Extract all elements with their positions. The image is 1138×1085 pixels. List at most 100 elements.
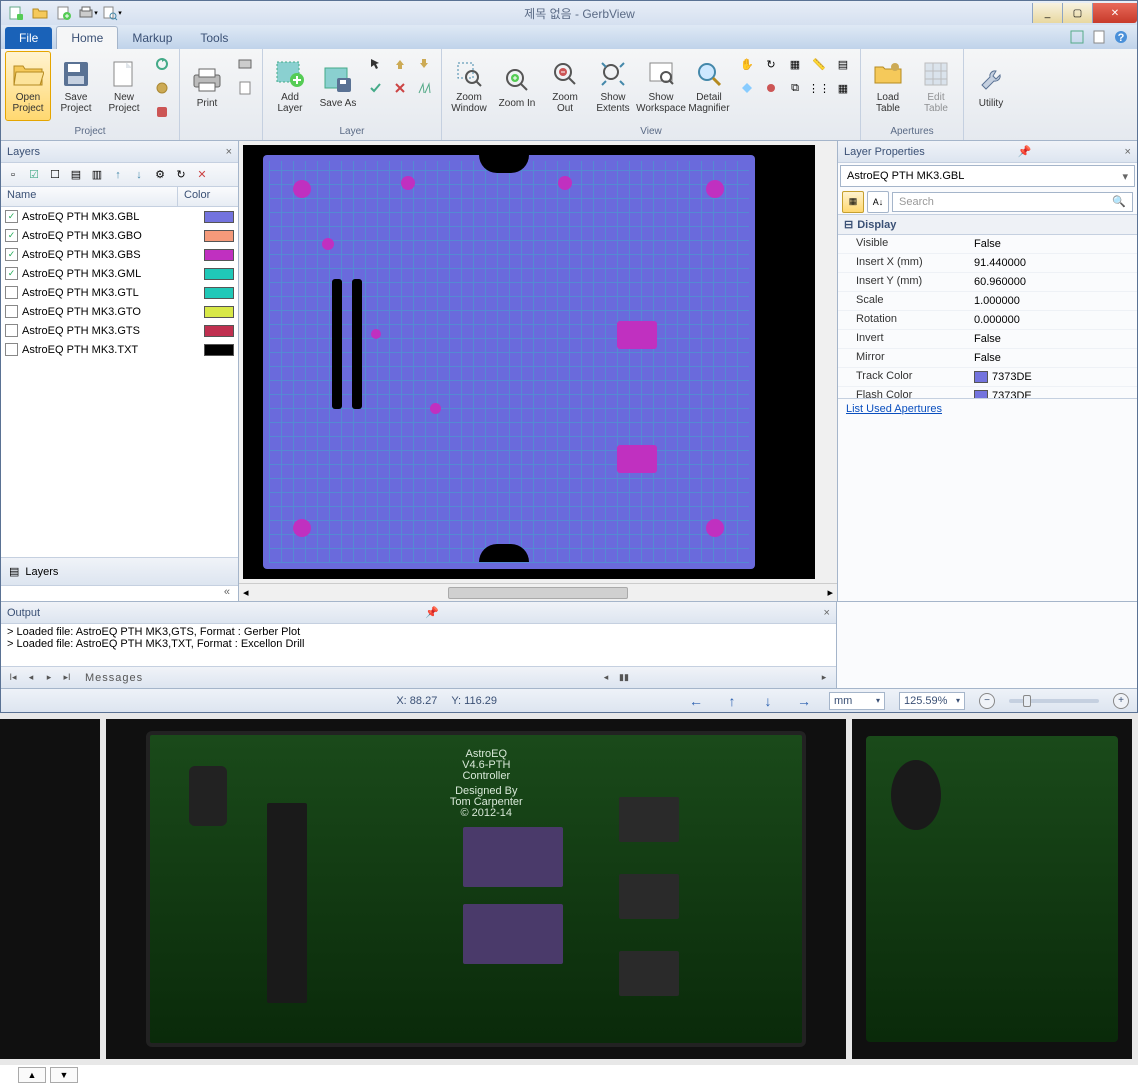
minimize-button[interactable]: _: [1032, 3, 1062, 23]
lt-refresh-icon[interactable]: ↻: [171, 165, 191, 185]
nav-up-icon[interactable]: ↑: [721, 692, 743, 710]
lt-down-icon[interactable]: ↓: [129, 165, 149, 185]
show-workspace-button[interactable]: Show Workspace: [638, 51, 684, 121]
property-value[interactable]: False: [968, 349, 1137, 367]
save-project-button[interactable]: Save Project: [53, 51, 99, 121]
layer-checkbox[interactable]: ✓: [5, 229, 18, 242]
layer-color-swatch[interactable]: [204, 268, 234, 280]
page-setup-icon[interactable]: [234, 77, 256, 99]
property-row[interactable]: Visible False: [838, 235, 1137, 254]
load-table-button[interactable]: Load Table: [865, 51, 911, 121]
lt-up-icon[interactable]: ↑: [108, 165, 128, 185]
file-tab[interactable]: File: [5, 27, 52, 49]
nav-first-icon[interactable]: I◂: [5, 670, 21, 686]
gerber-canvas[interactable]: [243, 145, 815, 579]
layer-color-swatch[interactable]: [204, 287, 234, 299]
collapse-icon[interactable]: «: [1, 585, 238, 601]
messages-tab[interactable]: Messages: [77, 672, 151, 684]
arrow-cursor-icon[interactable]: [365, 53, 387, 75]
property-row[interactable]: Track Color 7373DE: [838, 368, 1137, 387]
horizontal-scrollbar[interactable]: ◂ ▸: [239, 583, 837, 601]
scroll-right-icon[interactable]: ▸: [816, 670, 832, 686]
print-button[interactable]: Print: [184, 51, 230, 121]
zoom-slider[interactable]: [1009, 699, 1099, 703]
qat-preview-icon[interactable]: ▾: [101, 3, 123, 23]
layer-row[interactable]: ✓ AstroEQ PTH MK3.GML: [1, 264, 238, 283]
property-value[interactable]: False: [968, 330, 1137, 348]
property-row[interactable]: Invert False: [838, 330, 1137, 349]
lt-new-icon[interactable]: ▫: [3, 165, 23, 185]
view-matrix-icon[interactable]: ▦: [832, 77, 854, 99]
layer-row[interactable]: ✓ AstroEQ PTH MK3.GBL: [1, 207, 238, 226]
view-layers-icon[interactable]: ▤: [832, 53, 854, 75]
zoom-window-button[interactable]: Zoom Window: [446, 51, 492, 121]
qat-print-icon[interactable]: ▾: [77, 3, 99, 23]
add-layer-button[interactable]: Add Layer: [267, 51, 313, 121]
zoom-in-icon[interactable]: +: [1113, 693, 1129, 709]
property-row[interactable]: Insert Y (mm) 60.960000: [838, 273, 1137, 292]
nav-right-icon[interactable]: →: [793, 692, 815, 710]
section-display[interactable]: ⊟Display: [838, 215, 1137, 235]
layer-row[interactable]: AstroEQ PTH MK3.GTS: [1, 321, 238, 340]
properties-search[interactable]: Search: [892, 192, 1133, 212]
lt-delete-icon[interactable]: ✕: [192, 165, 212, 185]
unit-select[interactable]: mm: [829, 692, 885, 710]
vertical-scrollbar[interactable]: [819, 141, 837, 583]
edit-table-button[interactable]: Edit Table: [913, 51, 959, 121]
save-as-button[interactable]: Save As: [315, 51, 361, 121]
style-icon[interactable]: [1069, 29, 1087, 47]
lt-check-icon[interactable]: ☑: [24, 165, 44, 185]
detail-magnifier-button[interactable]: Detail Magnifier: [686, 51, 732, 121]
view-pan-icon[interactable]: ✋: [736, 53, 758, 75]
layer-row[interactable]: AstroEQ PTH MK3.GTL: [1, 283, 238, 302]
layer-checkbox[interactable]: [5, 286, 18, 299]
project-settings-icon[interactable]: [151, 77, 173, 99]
view-diamond-icon[interactable]: [736, 77, 758, 99]
maximize-button[interactable]: ▢: [1062, 3, 1092, 23]
qat-new-icon[interactable]: [5, 3, 27, 23]
layer-x-icon[interactable]: [389, 77, 411, 99]
utility-button[interactable]: Utility: [968, 51, 1014, 121]
page-up-button[interactable]: ▲: [18, 1067, 46, 1083]
nav-down-icon[interactable]: ↓: [757, 692, 779, 710]
qat-open-icon[interactable]: [29, 3, 51, 23]
layer-checkbox[interactable]: ✓: [5, 210, 18, 223]
output-pin-icon[interactable]: 📌: [425, 606, 439, 619]
nav-next-icon[interactable]: ▸: [41, 670, 57, 686]
properties-close-icon[interactable]: ×: [1125, 146, 1131, 158]
view-grid-icon[interactable]: ▦: [784, 53, 806, 75]
qat-add-icon[interactable]: [53, 3, 75, 23]
layer-color-swatch[interactable]: [204, 230, 234, 242]
layer-row[interactable]: ✓ AstroEQ PTH MK3.GBS: [1, 245, 238, 264]
view-link-icon[interactable]: ⧉: [784, 77, 806, 99]
layer-checkbox[interactable]: [5, 343, 18, 356]
project-refresh-icon[interactable]: [151, 53, 173, 75]
layers-close-icon[interactable]: ×: [226, 146, 232, 158]
close-button[interactable]: ✕: [1092, 3, 1137, 23]
layer-select[interactable]: AstroEQ PTH MK3.GBL: [840, 165, 1135, 187]
layer-color-swatch[interactable]: [204, 211, 234, 223]
lt-settings-icon[interactable]: ⚙: [150, 165, 170, 185]
layer-color-swatch[interactable]: [204, 325, 234, 337]
zoom-in-button[interactable]: Zoom In: [494, 51, 540, 121]
project-delete-icon[interactable]: [151, 101, 173, 123]
property-row[interactable]: Rotation 0.000000: [838, 311, 1137, 330]
property-value[interactable]: False: [968, 235, 1137, 253]
view-ruler-icon[interactable]: 📏: [808, 53, 830, 75]
layer-down-icon[interactable]: [413, 53, 435, 75]
property-value[interactable]: 7373DE: [968, 387, 1137, 398]
output-close-icon[interactable]: ×: [824, 607, 830, 619]
layer-row[interactable]: ✓ AstroEQ PTH MK3.GBO: [1, 226, 238, 245]
property-value[interactable]: 0.000000: [968, 311, 1137, 329]
layer-checkbox[interactable]: [5, 305, 18, 318]
layer-color-swatch[interactable]: [204, 344, 234, 356]
property-value[interactable]: 91.440000: [968, 254, 1137, 272]
property-row[interactable]: Scale 1.000000: [838, 292, 1137, 311]
view-rotate-icon[interactable]: ↻: [760, 53, 782, 75]
layer-check-icon[interactable]: [365, 77, 387, 99]
layer-color-swatch[interactable]: [204, 249, 234, 261]
property-row[interactable]: Flash Color 7373DE: [838, 387, 1137, 398]
sort-cat-icon[interactable]: ▦: [842, 191, 864, 213]
list-apertures-link[interactable]: List Used Apertures: [846, 403, 942, 415]
lt-uncheck-icon[interactable]: ☐: [45, 165, 65, 185]
